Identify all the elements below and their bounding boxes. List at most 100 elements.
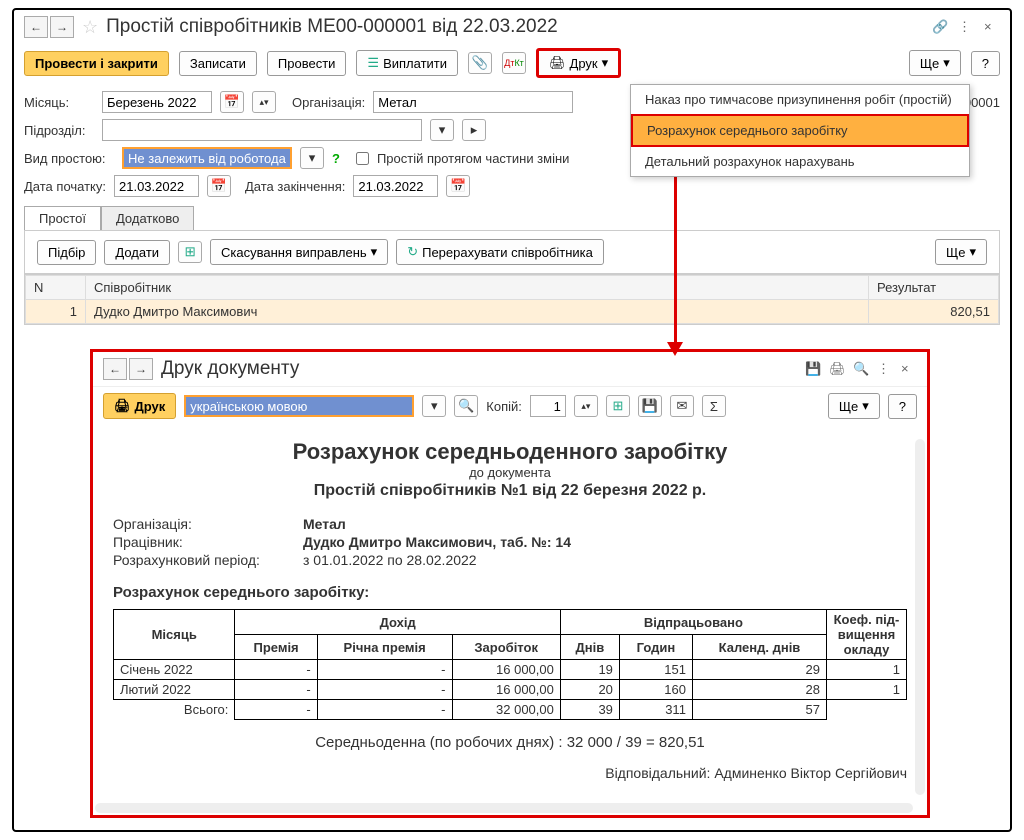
doc-org-value: Метал xyxy=(303,516,346,532)
calc-total-row: Всього: - - 32 000,00 39 311 57 xyxy=(114,700,907,720)
start-date-label: Дата початку: xyxy=(24,179,106,194)
horizontal-scrollbar[interactable] xyxy=(95,803,913,813)
more-button[interactable]: Ще ▾ xyxy=(909,50,961,76)
org-label: Організація: xyxy=(292,95,365,110)
select-button[interactable]: Підбір xyxy=(37,240,96,265)
pay-button[interactable]: ☰ Виплатити xyxy=(356,50,458,76)
copies-label: Копій: xyxy=(486,399,522,414)
preview-icon[interactable]: 🔍 xyxy=(853,361,869,377)
inner-more-button[interactable]: Ще ▾ xyxy=(828,393,880,419)
sigma-icon[interactable]: Σ xyxy=(702,395,726,417)
recalculate-button[interactable]: ↻ Перерахувати співробітника xyxy=(396,239,604,265)
doc-period-label: Розрахунковий період: xyxy=(113,552,303,568)
dropdown-icon[interactable]: ▾ xyxy=(300,147,324,169)
inner-close-icon[interactable]: × xyxy=(901,361,917,377)
execute-button[interactable]: Провести xyxy=(267,51,347,76)
calendar-icon[interactable]: 📅 xyxy=(220,91,244,113)
help-question-icon[interactable]: ? xyxy=(332,151,340,166)
vertical-scrollbar[interactable] xyxy=(915,439,925,795)
print-menu-item-avg-calc[interactable]: Розрахунок середнього заробітку xyxy=(631,114,969,147)
table-icon[interactable]: ⊞ xyxy=(606,395,630,417)
end-date-input[interactable] xyxy=(353,175,438,197)
doc-responsible: Відповідальний: Админенко Віктор Сергійо… xyxy=(113,765,907,781)
doc-period-value: з 01.01.2022 по 28.02.2022 xyxy=(303,552,477,568)
lang-dropdown-icon[interactable]: ▾ xyxy=(422,395,446,417)
print-icon[interactable]: 🖨 xyxy=(829,361,845,377)
tab-additional[interactable]: Додатково xyxy=(101,206,194,230)
doc-summary: Середньоденна (по робочих днях) : 32 000… xyxy=(113,734,907,751)
chevron-down-icon: ▾ xyxy=(862,398,869,414)
doc-title: Розрахунок середньоденного заробітку xyxy=(113,439,907,465)
favorite-star-icon[interactable]: ☆ xyxy=(82,17,98,38)
refresh-icon: ↻ xyxy=(407,244,418,260)
org-input[interactable] xyxy=(373,91,573,113)
inner-window-title: Друк документу xyxy=(161,358,797,380)
employees-table: N Співробітник Результат 1 Дудко Дмитро … xyxy=(25,275,999,324)
partial-shift-label: Простій протягом частини зміни xyxy=(377,151,569,166)
add-button[interactable]: Додати xyxy=(104,240,170,265)
partial-shift-checkbox[interactable] xyxy=(356,152,369,165)
annotation-arrow-head xyxy=(667,342,683,356)
copies-input[interactable] xyxy=(530,395,566,417)
end-date-label: Дата закінчення: xyxy=(245,179,345,194)
division-input[interactable] xyxy=(102,119,422,141)
spinner-icon[interactable]: ▴▾ xyxy=(252,91,276,113)
link-icon[interactable]: 🔗 xyxy=(932,19,948,35)
type-input[interactable] xyxy=(122,147,292,169)
calendar-icon[interactable]: 📅 xyxy=(446,175,470,197)
print-dropdown-menu: Наказ про тимчасове призупинення робіт (… xyxy=(630,84,970,177)
copies-spinner[interactable]: ▴▾ xyxy=(574,395,598,417)
inner-nav-forward[interactable]: → xyxy=(129,358,153,380)
col-employee: Співробітник xyxy=(86,276,869,300)
month-input[interactable] xyxy=(102,91,212,113)
doc-subtitle: до документа xyxy=(113,465,907,480)
zoom-icon[interactable]: 🔍 xyxy=(454,395,478,417)
doc-employee-label: Працівник: xyxy=(113,534,303,550)
inner-print-button[interactable]: 🖨 Друк xyxy=(103,393,176,419)
help-button[interactable]: ? xyxy=(971,51,1000,76)
calc-row: Лютий 2022 - - 16 000,00 20 160 28 1 xyxy=(114,680,907,700)
chevron-down-icon: ▾ xyxy=(371,244,378,260)
calc-row: Січень 2022 - - 16 000,00 19 151 29 1 xyxy=(114,660,907,680)
type-label: Вид простою: xyxy=(24,151,114,166)
doc-org-label: Організація: xyxy=(113,516,303,532)
col-result: Результат xyxy=(869,276,999,300)
more-menu-icon[interactable]: ⋮ xyxy=(958,19,974,35)
language-select[interactable] xyxy=(184,395,414,417)
month-label: Місяць: xyxy=(24,95,94,110)
debit-credit-button[interactable]: ДтКт xyxy=(502,52,526,74)
printer-icon: 🖨 xyxy=(549,55,566,71)
print-menu-item-order[interactable]: Наказ про тимчасове призупинення робіт (… xyxy=(631,85,969,114)
email-icon[interactable]: ✉ xyxy=(670,395,694,417)
nav-back-button[interactable]: ← xyxy=(24,16,48,38)
sub-more-button[interactable]: Ще ▾ xyxy=(935,239,987,265)
doc-subtitle2: Простій співробітників №1 від 22 березня… xyxy=(113,482,907,500)
calculation-table: Місяць Дохід Відпрацьовано Коеф. під-вищ… xyxy=(113,609,907,720)
inner-nav-back[interactable]: ← xyxy=(103,358,127,380)
execute-close-button[interactable]: Провести і закрити xyxy=(24,51,169,76)
print-dropdown-button[interactable]: 🖨 Друк ▾ xyxy=(536,48,621,78)
open-icon[interactable]: ▸ xyxy=(462,119,486,141)
doc-employee-value: Дудко Дмитро Максимович, таб. №: 14 xyxy=(303,534,571,550)
start-date-input[interactable] xyxy=(114,175,199,197)
tab-downtime[interactable]: Простої xyxy=(24,206,101,230)
doc-section-title: Розрахунок середнього заробітку: xyxy=(113,584,907,601)
inner-more-icon[interactable]: ⋮ xyxy=(877,361,893,377)
window-title: Простій співробітників МЕ00-000001 від 2… xyxy=(106,16,924,38)
inner-help-button[interactable]: ? xyxy=(888,394,917,419)
save-disk-icon[interactable]: 💾 xyxy=(805,361,821,377)
calendar-icon[interactable]: 📅 xyxy=(207,175,231,197)
chevron-down-icon: ▾ xyxy=(602,55,609,71)
nav-forward-button[interactable]: → xyxy=(50,16,74,38)
division-label: Підрозділ: xyxy=(24,123,94,138)
table-row[interactable]: 1 Дудко Дмитро Максимович 820,51 xyxy=(26,300,999,324)
printer-icon: 🖨 xyxy=(114,398,131,414)
close-icon[interactable]: × xyxy=(984,19,1000,35)
attach-button[interactable]: 📎 xyxy=(468,52,492,74)
dropdown-icon[interactable]: ▾ xyxy=(430,119,454,141)
grid-fill-icon[interactable]: ⊞ xyxy=(178,241,202,263)
print-menu-item-detail-calc[interactable]: Детальний розрахунок нарахувань xyxy=(631,147,969,176)
cancel-fixes-button[interactable]: Скасування виправлень ▾ xyxy=(210,239,388,265)
save-button[interactable]: Записати xyxy=(179,51,257,76)
save-as-icon[interactable]: 💾 xyxy=(638,395,662,417)
